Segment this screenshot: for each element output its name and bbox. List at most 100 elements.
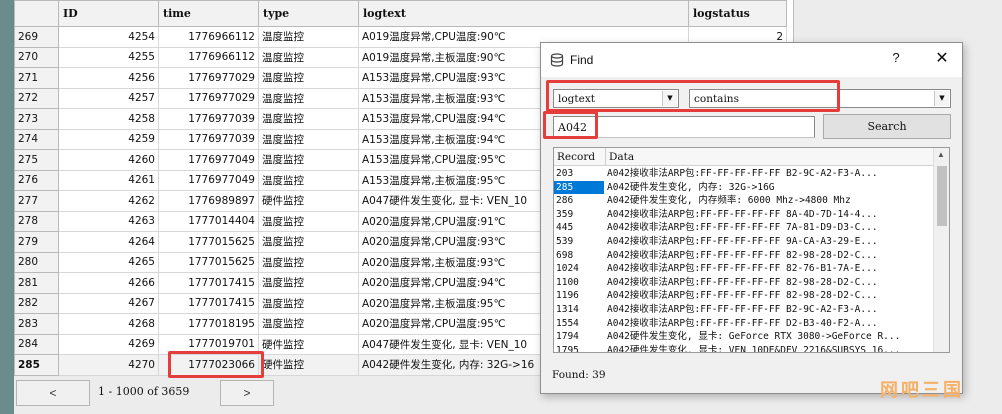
cell-type[interactable]: 温度监控: [258, 313, 359, 335]
result-row[interactable]: 286 A042硬件发生变化, 内存频率: 6000 Mhz->4800 Mhz: [554, 194, 934, 208]
cell-type[interactable]: 硬件监控: [258, 333, 359, 355]
cell-type[interactable]: 温度监控: [258, 128, 359, 150]
cell-type[interactable]: 温度监控: [258, 251, 359, 273]
result-row[interactable]: 539 A042接收非法ARP包:FF-FF-FF-FF-FF 9A-CA-A3-…: [554, 235, 934, 249]
cell-type[interactable]: 温度监控: [258, 67, 359, 89]
row-number[interactable]: 277: [14, 190, 59, 212]
row-number[interactable]: 270: [14, 46, 59, 68]
cell-id[interactable]: 4267: [58, 292, 159, 314]
cell-time[interactable]: 1776989897: [158, 190, 259, 212]
cell-type[interactable]: 温度监控: [258, 149, 359, 171]
help-button[interactable]: ?: [888, 50, 904, 70]
results-header-divider[interactable]: [605, 148, 606, 166]
results-scrollbar[interactable]: ▲: [933, 148, 949, 352]
result-row[interactable]: 1100 A042接收非法ARP包:FF-FF-FF-FF-FF 82-98-28…: [554, 276, 934, 290]
row-number[interactable]: 278: [14, 210, 59, 232]
cell-type[interactable]: 硬件监控: [258, 190, 359, 212]
column-header-logstatus[interactable]: logstatus: [688, 0, 787, 27]
row-number[interactable]: 275: [14, 149, 59, 171]
row-number[interactable]: 280: [14, 251, 59, 273]
cell-time[interactable]: 1776977039: [158, 128, 259, 150]
match-mode-select[interactable]: contains ▼: [689, 89, 951, 108]
result-row[interactable]: 203 A042接收非法ARP包:FF-FF-FF-FF-FF B2-9C-A2-…: [554, 167, 934, 181]
row-number[interactable]: 284: [14, 333, 59, 355]
cell-type[interactable]: 温度监控: [258, 272, 359, 294]
cell-id[interactable]: 4266: [58, 272, 159, 294]
cell-id[interactable]: 4260: [58, 149, 159, 171]
cell-time[interactable]: 1776977029: [158, 87, 259, 109]
cell-type[interactable]: 温度监控: [258, 108, 359, 130]
row-number[interactable]: 276: [14, 169, 59, 191]
result-row[interactable]: 1196 A042接收非法ARP包:FF-FF-FF-FF-FF 82-98-28…: [554, 289, 934, 303]
cell-time[interactable]: 1777015625: [158, 231, 259, 253]
cell-id[interactable]: 4262: [58, 190, 159, 212]
row-number-header[interactable]: [14, 0, 59, 27]
column-header-type[interactable]: type: [258, 0, 359, 27]
find-titlebar[interactable]: Find ? ✕: [541, 43, 962, 77]
cell-time[interactable]: 1776966112: [158, 26, 259, 48]
results-list[interactable]: Record Data 203 A042接收非法ARP包:FF-FF-FF-FF-…: [553, 147, 950, 353]
cell-type[interactable]: 温度监控: [258, 26, 359, 48]
cell-time[interactable]: 1776977049: [158, 149, 259, 171]
cell-time[interactable]: 1777015625: [158, 251, 259, 273]
row-number[interactable]: 283: [14, 313, 59, 335]
row-number[interactable]: 285: [14, 354, 59, 376]
field-select[interactable]: logtext ▼: [553, 89, 679, 108]
result-row[interactable]: 445 A042接收非法ARP包:FF-FF-FF-FF-FF 7A-81-D9-…: [554, 221, 934, 235]
column-header-id[interactable]: ID: [58, 0, 159, 27]
result-row[interactable]: 698 A042接收非法ARP包:FF-FF-FF-FF-FF 82-98-28-…: [554, 249, 934, 263]
cell-id[interactable]: 4268: [58, 313, 159, 335]
result-row[interactable]: 359 A042接收非法ARP包:FF-FF-FF-FF-FF 8A-4D-7D-…: [554, 208, 934, 222]
column-header-logtext[interactable]: logtext: [358, 0, 689, 27]
cell-type[interactable]: 温度监控: [258, 292, 359, 314]
cell-id[interactable]: 4270: [58, 354, 159, 376]
cell-type[interactable]: 温度监控: [258, 231, 359, 253]
row-number[interactable]: 274: [14, 128, 59, 150]
row-number[interactable]: 281: [14, 272, 59, 294]
cell-id[interactable]: 4269: [58, 333, 159, 355]
cell-time[interactable]: 1777017415: [158, 292, 259, 314]
result-row[interactable]: 1554 A042接收非法ARP包:FF-FF-FF-FF-FF D2-B3-40…: [554, 317, 934, 331]
cell-type[interactable]: 温度监控: [258, 210, 359, 232]
results-header-record[interactable]: Record: [557, 151, 595, 163]
cell-id[interactable]: 4264: [58, 231, 159, 253]
cell-time[interactable]: 1777014404: [158, 210, 259, 232]
cell-id[interactable]: 4256: [58, 67, 159, 89]
chevron-down-icon[interactable]: ▼: [662, 91, 677, 106]
cell-type[interactable]: 温度监控: [258, 169, 359, 191]
row-number[interactable]: 273: [14, 108, 59, 130]
next-page-button[interactable]: >: [220, 380, 274, 406]
cell-time[interactable]: 1776977039: [158, 108, 259, 130]
cell-time[interactable]: 1776966112: [158, 46, 259, 68]
cell-type[interactable]: 硬件监控: [258, 354, 359, 376]
result-row[interactable]: 285 A042硬件发生变化, 内存: 32G->16G: [554, 180, 934, 195]
scroll-up-icon[interactable]: ▲: [937, 150, 945, 159]
row-number[interactable]: 271: [14, 67, 59, 89]
cell-type[interactable]: 温度监控: [258, 46, 359, 68]
cell-id[interactable]: 4258: [58, 108, 159, 130]
results-header-data[interactable]: Data: [609, 151, 634, 163]
cell-time[interactable]: 1777019701: [158, 333, 259, 355]
close-button[interactable]: ✕: [931, 48, 953, 70]
scrollbar-thumb[interactable]: [937, 166, 947, 226]
cell-time[interactable]: 1777017415: [158, 272, 259, 294]
cell-time[interactable]: 1776977029: [158, 67, 259, 89]
result-row[interactable]: 1314 A042接收非法ARP包:FF-FF-FF-FF-FF B2-9C-A2…: [554, 303, 934, 317]
row-number[interactable]: 282: [14, 292, 59, 314]
result-row[interactable]: 1794 A042硬件发生变化, 显卡: GeForce RTX 3080->Ge…: [554, 330, 934, 344]
cell-id[interactable]: 4254: [58, 26, 159, 48]
chevron-down-icon[interactable]: ▼: [934, 91, 949, 106]
result-row[interactable]: 1024 A042接收非法ARP包:FF-FF-FF-FF-FF 82-76-B1…: [554, 262, 934, 276]
cell-time[interactable]: 1777023066: [158, 354, 259, 376]
cell-id[interactable]: 4257: [58, 87, 159, 109]
result-row[interactable]: 1795 A042硬件发生变化, 显卡: VEN_10DE&DEV_2216&SU…: [554, 344, 934, 352]
cell-type[interactable]: 温度监控: [258, 87, 359, 109]
row-number[interactable]: 269: [14, 26, 59, 48]
search-button[interactable]: Search: [823, 114, 951, 139]
cell-time[interactable]: 1777018195: [158, 313, 259, 335]
prev-page-button[interactable]: <: [16, 380, 90, 406]
cell-time[interactable]: 1776977049: [158, 169, 259, 191]
cell-id[interactable]: 4265: [58, 251, 159, 273]
search-input[interactable]: A042: [553, 116, 815, 138]
row-number[interactable]: 272: [14, 87, 59, 109]
